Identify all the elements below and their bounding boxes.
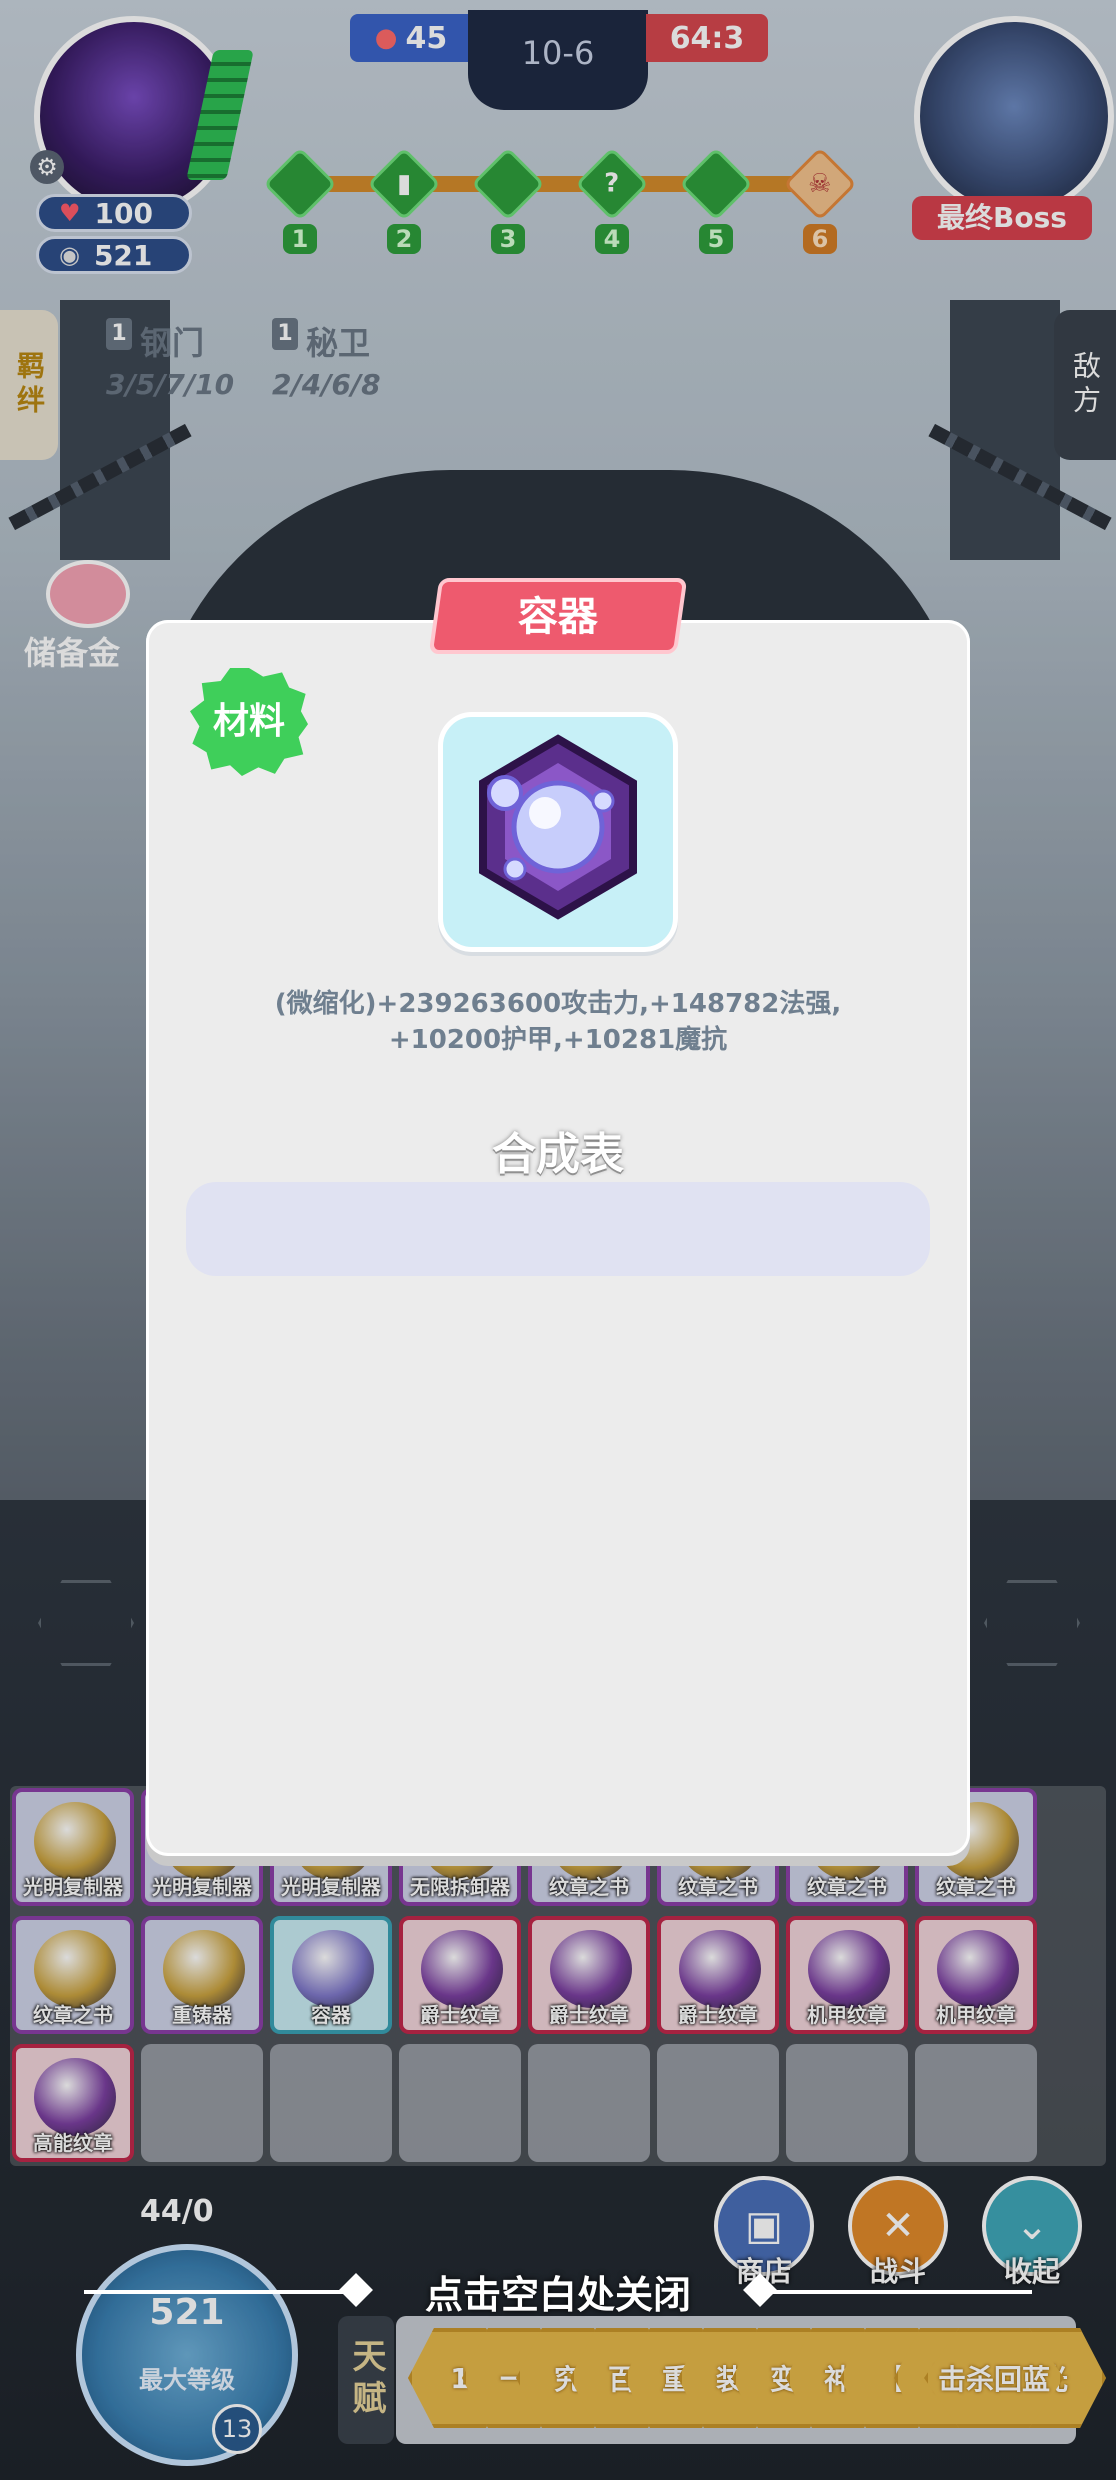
description-line: +10200护甲,+10281魔抗 (388, 1025, 728, 1055)
modal-title: 容器 (428, 578, 688, 654)
modal-title-text: 容器 (517, 594, 598, 640)
item-description: (微缩化)+239263600攻击力,+148782法强, +10200护甲,+… (196, 986, 920, 1058)
orb-crystal-icon (479, 734, 637, 920)
hint-divider-right (762, 2290, 1032, 2294)
item-icon-frame (438, 712, 678, 952)
recipe-list (186, 1182, 930, 1276)
recipe-title: 合成表 (492, 1129, 624, 1180)
description-line: (微缩化)+239263600攻击力,+148782法强, (274, 989, 842, 1019)
